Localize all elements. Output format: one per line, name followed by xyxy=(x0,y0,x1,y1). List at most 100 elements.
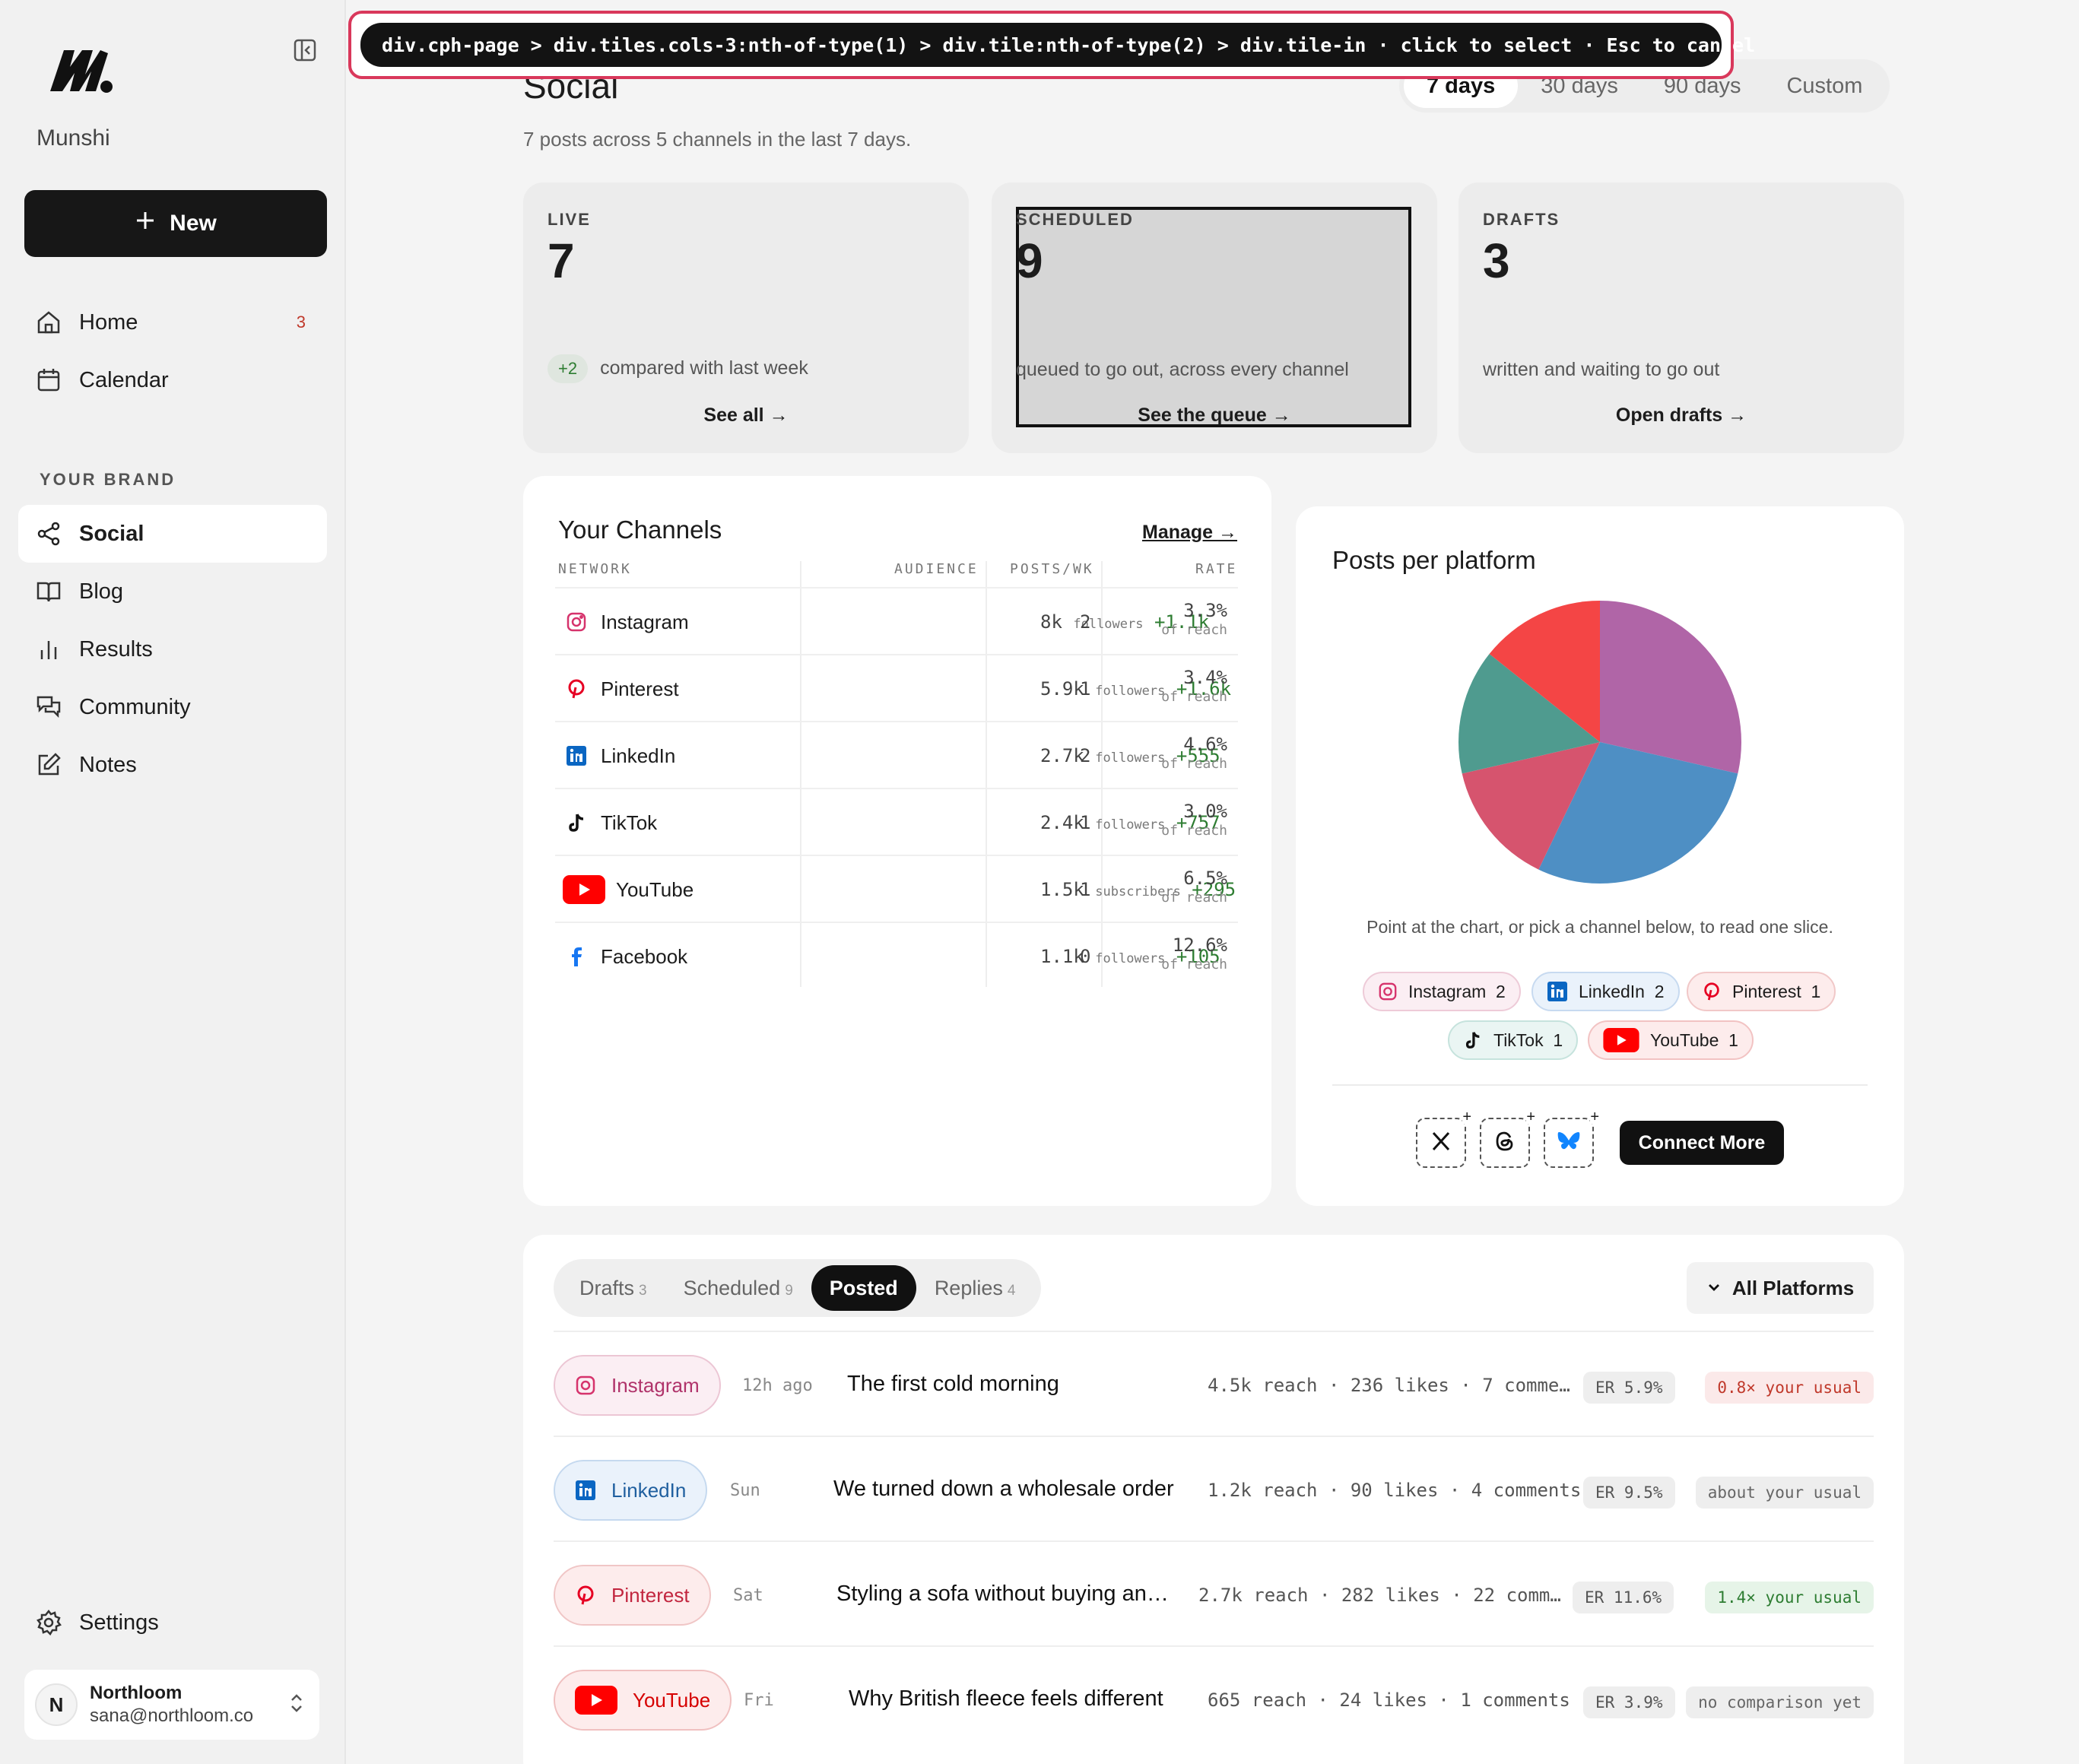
channel-row-pinterest[interactable]: Pinterest 5.9k followers +1.6k 1 3.4% of … xyxy=(555,654,1238,721)
nav-notes-label: Notes xyxy=(79,752,137,777)
tab-label: Scheduled xyxy=(683,1277,781,1299)
account-name: Northloom xyxy=(90,1683,183,1703)
post-row[interactable]: Instagram 12h ago The first cold morning… xyxy=(554,1331,1874,1436)
col-audience: AUDIENCE xyxy=(894,561,979,577)
channel-row-linkedin[interactable]: LinkedIn 2.7k followers +555 2 4.6% of re… xyxy=(555,721,1238,788)
account-switcher[interactable]: N Northloom sana@northloom.co xyxy=(24,1670,319,1740)
chip-pinterest[interactable]: Pinterest 1 xyxy=(1687,972,1836,1011)
channel-row-facebook[interactable]: Facebook 1.1k followers +105 0 12.6% of r… xyxy=(555,922,1238,988)
nav-results[interactable]: Results xyxy=(18,620,327,678)
platform-filter-label: All Platforms xyxy=(1731,1276,1855,1299)
platform-tag-label: Instagram xyxy=(611,1373,700,1397)
chip-label: TikTok xyxy=(1493,1030,1544,1050)
see-queue-link[interactable]: See the queue → xyxy=(992,405,1437,427)
connect-x-button[interactable]: + xyxy=(1416,1109,1471,1168)
tab-drafts[interactable]: Drafts 3 xyxy=(561,1265,665,1311)
pinterest-icon xyxy=(563,678,590,700)
tile-label: SCHEDULED xyxy=(1016,210,1134,229)
chip-instagram[interactable]: Instagram 2 xyxy=(1363,972,1521,1011)
tiktok-icon xyxy=(1463,1030,1483,1050)
channel-row-instagram[interactable]: Instagram 8k followers +1.1k 2 3.3% of re… xyxy=(555,587,1238,654)
chip-youtube[interactable]: YouTube 1 xyxy=(1588,1020,1754,1060)
facebook-icon xyxy=(563,946,590,967)
manage-link[interactable]: Manage → xyxy=(1142,522,1237,544)
tile-label: DRAFTS xyxy=(1483,210,1560,229)
tile-value: 9 xyxy=(1016,233,1043,288)
chip-label: Instagram xyxy=(1408,981,1487,1001)
instagram-icon xyxy=(575,1375,596,1396)
channel-row-tiktok[interactable]: TikTok 2.4k followers +757 1 3.0% of reac… xyxy=(555,788,1238,855)
plus-icon: + xyxy=(1526,1109,1535,1125)
nav-settings[interactable]: Settings xyxy=(18,1594,327,1651)
rate: 12.6% of reach xyxy=(1161,935,1227,975)
see-all-link[interactable]: See all → xyxy=(523,405,969,427)
linkedin-icon xyxy=(563,745,590,766)
posts-per-week: 1 xyxy=(1080,678,1091,700)
platform-filter-dropdown[interactable]: All Platforms xyxy=(1687,1262,1874,1314)
connect-bluesky-button[interactable]: + xyxy=(1544,1109,1599,1168)
connect-more-button[interactable]: Connect More xyxy=(1620,1121,1784,1165)
nav-community[interactable]: Community xyxy=(18,678,327,736)
linkedin-icon xyxy=(1547,981,1568,1002)
chip-tiktok[interactable]: TikTok 1 xyxy=(1448,1020,1579,1060)
post-row[interactable]: LinkedIn Sun We turned down a wholesale … xyxy=(554,1436,1874,1540)
share-icon xyxy=(18,521,79,547)
collapse-sidebar-icon[interactable] xyxy=(293,38,317,66)
tab-replies[interactable]: Replies 4 xyxy=(916,1265,1034,1311)
rate: 3.4% of reach xyxy=(1161,668,1227,707)
rate-value: 3.0% xyxy=(1183,801,1227,822)
audience-value: 8k xyxy=(1040,611,1062,633)
nav-calendar[interactable]: Calendar xyxy=(18,351,327,409)
post-time: Sun xyxy=(730,1481,760,1500)
tile-drafts: DRAFTS 3 written and waiting to go out O… xyxy=(1458,182,1904,453)
post-row[interactable]: Pinterest Sat Styling a sofa without buy… xyxy=(554,1540,1874,1645)
post-title: We turned down a wholesale order xyxy=(833,1477,1174,1501)
rate: 6.5% of reach xyxy=(1161,868,1227,908)
edit-note-icon xyxy=(18,752,79,778)
range-custom[interactable]: Custom xyxy=(1763,64,1885,108)
chip-label: YouTube xyxy=(1650,1030,1719,1050)
channel-row-youtube[interactable]: YouTube 1.5k subscribers +295 1 6.5% of r… xyxy=(555,855,1238,922)
page-subtitle: 7 posts across 5 channels in the last 7 … xyxy=(523,128,912,151)
tab-posted[interactable]: Posted xyxy=(811,1265,916,1311)
avatar: N xyxy=(35,1683,78,1726)
new-button[interactable]: New xyxy=(24,190,327,257)
rate-value: 3.3% xyxy=(1183,600,1227,621)
audience-unit: followers xyxy=(1095,817,1166,833)
instagram-icon xyxy=(563,611,590,633)
engagement-rate: ER 9.5% xyxy=(1583,1477,1675,1509)
nav-blog-label: Blog xyxy=(79,579,124,604)
open-drafts-link[interactable]: Open drafts → xyxy=(1458,405,1904,427)
network-name: YouTube xyxy=(616,877,694,901)
usual-comparison-badge: about your usual xyxy=(1695,1477,1874,1509)
nav-home[interactable]: Home 3 xyxy=(18,293,327,351)
post-row[interactable]: YouTube Fri Why British fleece feels dif… xyxy=(554,1645,1874,1750)
chip-label: Pinterest xyxy=(1732,981,1801,1001)
platform-tag: LinkedIn xyxy=(554,1460,708,1521)
brand-name: Munshi xyxy=(37,125,110,151)
tile-value: 7 xyxy=(548,233,575,288)
sidebar: Munshi New Home 3 Calendar YOUR BRAND So… xyxy=(0,0,346,1764)
nav-social[interactable]: Social xyxy=(18,505,327,563)
engagement-rate: ER 11.6% xyxy=(1573,1582,1674,1613)
chart-hint: Point at the chart, or pick a channel be… xyxy=(1366,917,1833,937)
engagement-rate: ER 5.9% xyxy=(1583,1372,1675,1404)
rate-note: of reach xyxy=(1161,890,1227,906)
tab-scheduled[interactable]: Scheduled 9 xyxy=(665,1265,811,1311)
nav-blog[interactable]: Blog xyxy=(18,563,327,620)
nav-settings-label: Settings xyxy=(79,1610,159,1635)
pie-chart[interactable] xyxy=(1455,598,1744,887)
plus-icon: + xyxy=(1590,1109,1599,1125)
posts-per-week: 0 xyxy=(1080,946,1091,967)
chip-linkedin[interactable]: LinkedIn 2 xyxy=(1531,972,1680,1011)
book-icon xyxy=(18,579,79,604)
rate-value: 12.6% xyxy=(1172,934,1227,956)
audience-value: 1.5k xyxy=(1040,879,1084,900)
munshi-logo[interactable] xyxy=(47,44,114,98)
inspector-selection-highlight[interactable] xyxy=(1016,207,1411,427)
nav-notes[interactable]: Notes xyxy=(18,736,327,794)
connect-threads-button[interactable]: + xyxy=(1480,1109,1535,1168)
chat-icon xyxy=(18,694,79,720)
chip-count: 2 xyxy=(1496,981,1506,1001)
network-name: TikTok xyxy=(601,811,658,834)
